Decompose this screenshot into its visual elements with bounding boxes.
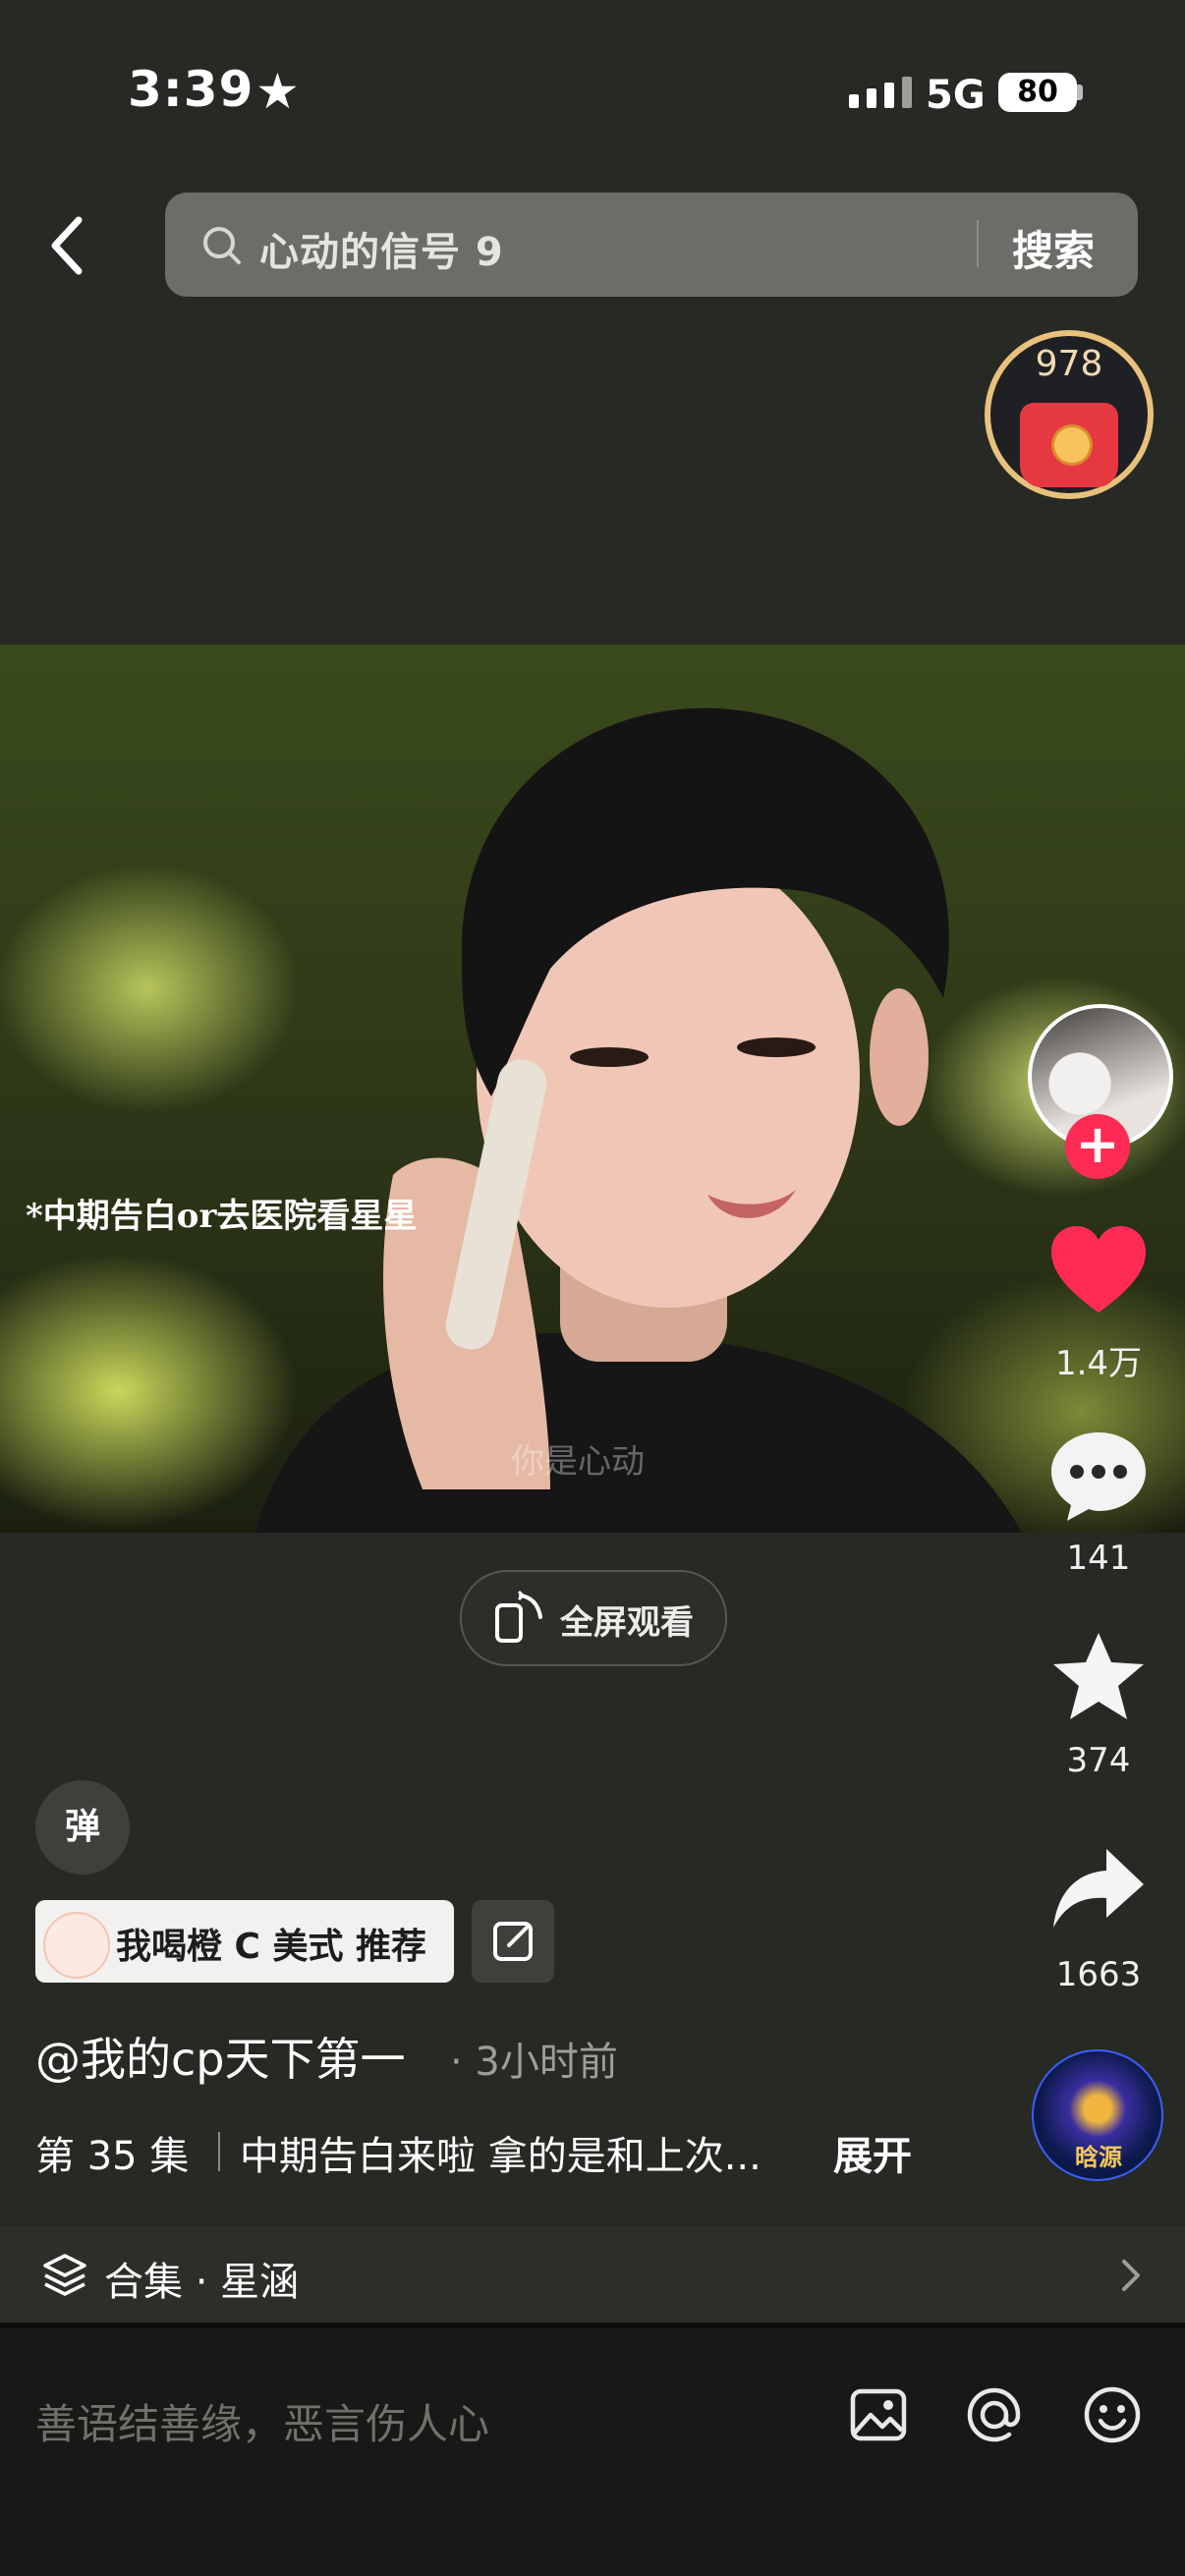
search-divider xyxy=(977,220,979,267)
search-button[interactable]: 搜索 xyxy=(1012,218,1095,278)
comment-bar xyxy=(0,2328,1185,2576)
video-watermark: 你是心动 xyxy=(511,1442,645,1482)
expand-button[interactable]: 展开 xyxy=(833,2124,912,2181)
like-button[interactable] xyxy=(1049,1226,1148,1316)
comment-count: 141 xyxy=(1066,1539,1131,1578)
favorite-count: 374 xyxy=(1066,1741,1131,1780)
image-icon[interactable] xyxy=(847,2383,910,2446)
video-description: 中期告白来啦 拿的是和上次... xyxy=(240,2134,762,2179)
heart-icon xyxy=(1051,1226,1146,1313)
status-time: 3:39 xyxy=(128,61,254,118)
layers-icon xyxy=(43,2254,86,2296)
collection-label: 合集 · 星涵 xyxy=(104,2260,300,2305)
battery-icon: 80 xyxy=(998,73,1077,112)
favorite-button[interactable] xyxy=(1051,1631,1146,1721)
episode-label: 第 35 集 xyxy=(35,2134,190,2179)
emoji-icon[interactable] xyxy=(1081,2383,1144,2446)
star-icon: ★ xyxy=(255,63,300,120)
back-button[interactable] xyxy=(39,206,98,285)
mention-icon[interactable] xyxy=(963,2383,1026,2446)
search-input[interactable]: 心动的信号 9 xyxy=(259,220,504,277)
sponsor-chip-label: 我喝橙 C 美式 推荐 xyxy=(116,1927,427,1967)
network-type: 5G xyxy=(926,73,986,118)
episode-divider xyxy=(218,2132,220,2171)
signal-icon xyxy=(849,77,912,108)
comment-input[interactable]: 善语结善缘，恶言伤人心 xyxy=(35,2391,489,2451)
author-name[interactable]: @我的cp天下第一 xyxy=(35,2024,406,2089)
post-time: · 3小时前 xyxy=(450,2040,618,2085)
music-disc-label: 晗源 xyxy=(1075,2144,1122,2171)
follow-button[interactable]: + xyxy=(1065,1114,1130,1179)
edit-icon xyxy=(493,1922,533,1961)
share-button[interactable] xyxy=(1051,1847,1146,1930)
edit-button[interactable] xyxy=(472,1900,554,1983)
chevron-left-icon xyxy=(51,216,83,275)
star-favorite-icon xyxy=(1053,1633,1144,1719)
rotate-screen-icon xyxy=(495,1590,542,1643)
video-player[interactable] xyxy=(0,644,1185,1533)
video-subtitle: *中期告白or去医院看星星 xyxy=(26,1197,418,1236)
video-frame xyxy=(255,707,1022,1533)
like-count: 1.4万 xyxy=(1054,1344,1143,1383)
battery-nub xyxy=(1077,84,1083,100)
sponsor-logo-icon xyxy=(43,1912,110,1979)
share-arrow-icon xyxy=(1053,1849,1144,1928)
chevron-right-icon xyxy=(1122,2260,1140,2291)
red-packet-count: 978 xyxy=(1035,344,1103,384)
search-icon xyxy=(203,227,241,264)
fullscreen-label: 全屏观看 xyxy=(560,1603,694,1643)
share-count: 1663 xyxy=(1055,1955,1142,1994)
danmaku-toggle[interactable]: 弹 xyxy=(35,1780,130,1875)
comment-button[interactable] xyxy=(1049,1430,1148,1523)
coin-icon xyxy=(1051,424,1093,466)
